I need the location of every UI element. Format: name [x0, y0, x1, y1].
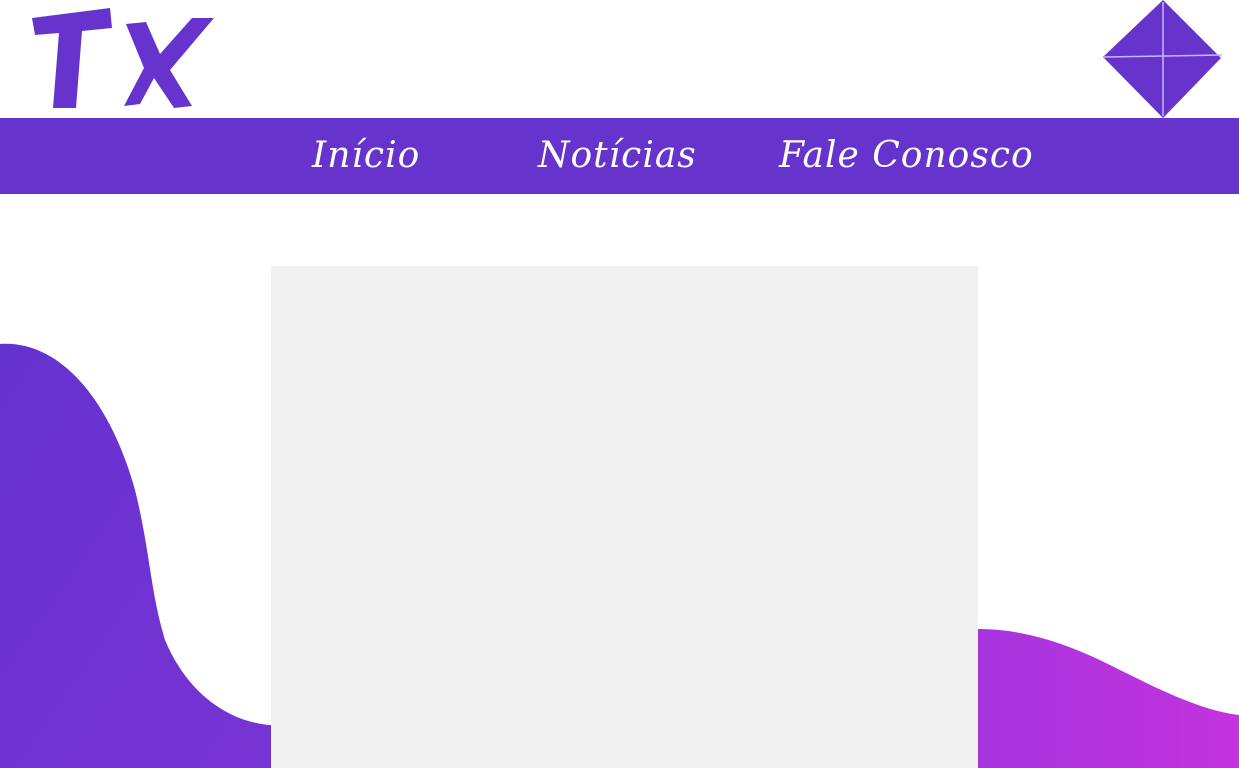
page: TX Início Notícias Fale Conosco — [0, 0, 1239, 768]
nav-link-noticias[interactable]: Notícias — [538, 132, 697, 180]
decorative-wave-right — [960, 629, 1239, 768]
nav-link-inicio[interactable]: Início — [312, 132, 420, 180]
content-panel — [271, 266, 978, 768]
tx-logo[interactable]: TX — [30, 4, 220, 114]
main-navbar: Início Notícias Fale Conosco — [0, 118, 1239, 194]
diamond-menu-icon[interactable] — [1102, 0, 1224, 118]
decorative-wave-left — [0, 343, 290, 768]
nav-link-fale-conosco[interactable]: Fale Conosco — [779, 132, 1034, 180]
